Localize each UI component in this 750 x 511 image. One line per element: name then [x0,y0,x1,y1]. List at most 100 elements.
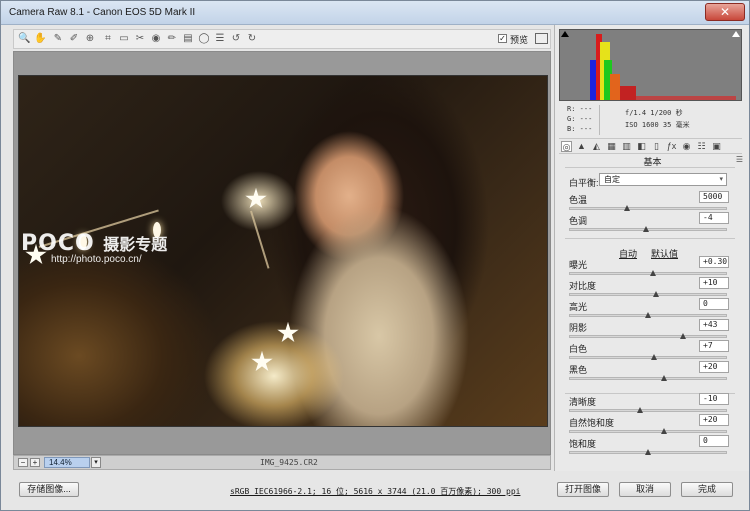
crop-tool-icon[interactable]: ⌗ [102,33,114,45]
slider-value-field[interactable]: 0 [699,298,729,310]
rotate-cw-tool-icon[interactable]: ↻ [246,33,258,45]
slider-label: 白色 [569,344,588,354]
panel-tab-icon[interactable]: ◎ [561,141,572,152]
slider-track[interactable] [569,356,727,359]
slider-track[interactable] [569,377,727,380]
slider-value-field[interactable]: +10 [699,277,729,289]
slider-thumb[interactable] [645,312,651,318]
photo-preview[interactable]: POCO 摄影专题 http://photo.poco.cn/ [18,75,548,427]
preview-label: 预览 [510,35,529,45]
slider-thumb[interactable] [651,354,657,360]
toolbar: 🔍 ✋ ✎ ✐ ⊕ ⌗ ▭ ✂ ◉ ✏ ▤ ◯ ☰ ↺ ↻ ✓ 预览 [13,29,551,49]
panel-tab-icon[interactable]: ▣ [711,141,722,152]
zoom-in-button[interactable]: + [30,458,40,467]
image-canvas[interactable]: POCO 摄影专题 http://photo.poco.cn/ [13,51,551,455]
panel-tabs: ◎ ▲ ◭ ▦ ▥ ◧ ▯ ƒx ◉ ☷ ▣ [559,138,742,154]
open-image-button[interactable]: 打开图像 [557,482,609,497]
slider-value-field[interactable]: +43 [699,319,729,331]
save-image-button[interactable]: 存储图像... [19,482,79,497]
panel-tab-icon[interactable]: ▯ [651,141,662,152]
panel-tab-icon[interactable]: ◭ [591,141,602,152]
zoom-out-button[interactable]: − [18,458,28,467]
slider-row: 高光 0 [569,298,729,321]
slider-thumb[interactable] [650,270,656,276]
hand-tool-icon[interactable]: ✋ [34,33,46,45]
slider-label: 清晰度 [569,397,597,407]
panel-tab-icon[interactable]: ▦ [606,141,617,152]
done-button[interactable]: 完成 [681,482,733,497]
window-title: Camera Raw 8.1 - Canon EOS 5D Mark II [9,7,196,18]
zoom-dropdown-icon[interactable]: ▾ [91,457,101,468]
panel-menu-icon[interactable]: ☰ [736,155,743,164]
zoom-level-field[interactable]: 14.4% [44,457,90,468]
slider-track[interactable] [569,409,727,412]
panel-tab-icon[interactable]: ◉ [681,141,692,152]
chevron-down-icon: ▾ [719,176,723,183]
slider-label: 阴影 [569,323,588,333]
slider-row: 饱和度 0 [569,435,729,458]
slider-label: 自然饱和度 [569,418,615,428]
white-balance-select[interactable]: 自定 ▾ [599,173,727,186]
slider-value-field[interactable]: +20 [699,414,729,426]
straighten-tool-icon[interactable]: ▭ [118,33,130,45]
panel-tab-icon[interactable]: ☷ [696,141,707,152]
white-balance-value: 自定 [604,175,620,184]
slider-track[interactable] [569,293,727,296]
readout-divider [599,105,600,135]
workflow-options-link[interactable]: sRGB IEC61966-2.1; 16 位; 5616 x 3744 (21… [230,486,520,497]
slider-value-field[interactable]: 5000 [699,191,729,203]
slider-thumb[interactable] [680,333,686,339]
panel-tab-icon[interactable]: ƒx [666,141,677,152]
star-light [245,188,267,209]
slider-thumb[interactable] [645,449,651,455]
cancel-button[interactable]: 取消 [619,482,671,497]
histogram-tail [620,86,636,100]
zoom-tool-icon[interactable]: 🔍 [18,33,30,45]
slider-value-field[interactable]: -10 [699,393,729,405]
shadow-clipping-icon[interactable] [561,31,569,37]
slider-label: 黑色 [569,365,588,375]
iso-info: ISO 1600 35 毫米 [625,121,690,129]
spot-removal-tool-icon[interactable]: ✂ [134,33,146,45]
adjustment-brush-tool-icon[interactable]: ✏ [166,33,178,45]
watermark-logo: POCO [21,231,95,256]
slider-label: 高光 [569,302,588,312]
targeted-adjustment-tool-icon[interactable]: ⊕ [84,33,96,45]
light-string-lower [250,210,270,269]
slider-row: 色调 -4 [569,212,729,235]
panel-tab-icon[interactable]: ▥ [621,141,632,152]
white-balance-tool-icon[interactable]: ✎ [52,33,64,45]
highlight-clipping-icon[interactable] [732,31,740,37]
panel-tab-icon[interactable]: ▲ [576,141,587,152]
slider-thumb[interactable] [661,428,667,434]
slider-value-field[interactable]: +20 [699,361,729,373]
preferences-tool-icon[interactable]: ☰ [214,33,226,45]
slider-value-field[interactable]: 0 [699,435,729,447]
slider-track[interactable] [569,207,727,210]
star-light [251,351,273,372]
rotate-ccw-tool-icon[interactable]: ↺ [230,33,242,45]
slider-thumb[interactable] [653,291,659,297]
slider-value-field[interactable]: +7 [699,340,729,352]
exposure-info: f/1.4 1/200 秒 [625,109,683,117]
slider-track[interactable] [569,335,727,338]
slider-thumb[interactable] [637,407,643,413]
fullscreen-icon[interactable] [535,33,548,44]
color-sampler-tool-icon[interactable]: ✐ [68,33,80,45]
red-eye-tool-icon[interactable]: ◉ [150,33,162,45]
slider-track[interactable] [569,430,727,433]
slider-thumb[interactable] [643,226,649,232]
slider-value-field[interactable]: -4 [699,212,729,224]
readout-r: R: --- [567,105,593,113]
watermark-url: http://photo.poco.cn/ [51,254,142,265]
close-button[interactable]: ✕ [705,3,745,21]
readout-g: G: --- [567,115,593,123]
panel-tab-icon[interactable]: ◧ [636,141,647,152]
slider-thumb[interactable] [661,375,667,381]
preview-checkbox[interactable]: ✓ [498,34,507,43]
slider-track[interactable] [569,272,727,275]
slider-thumb[interactable] [624,205,630,211]
slider-value-field[interactable]: +0.30 [699,256,729,268]
graduated-filter-tool-icon[interactable]: ▤ [182,33,194,45]
radial-filter-tool-icon[interactable]: ◯ [198,33,210,45]
